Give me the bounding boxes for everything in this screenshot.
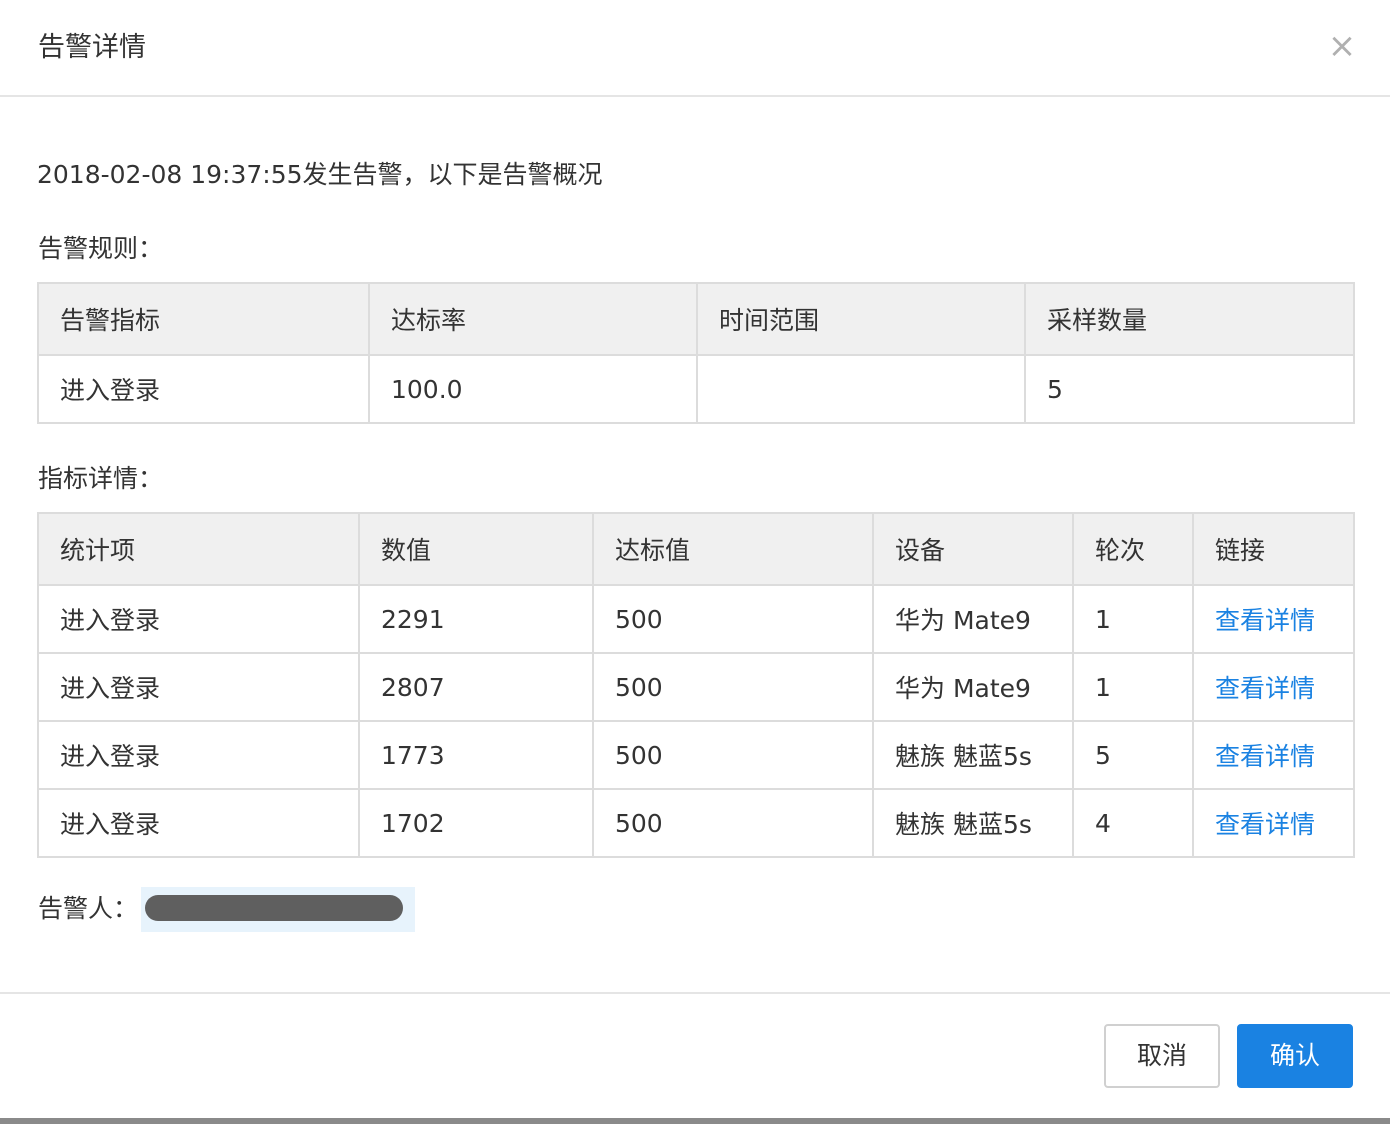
rules-header-sample-count: 采样数量 [1024, 282, 1355, 356]
metric-device: 魅族 魅蓝5s [872, 788, 1074, 858]
metric-device: 华为 Mate9 [872, 584, 1074, 654]
metrics-header-target: 达标值 [592, 512, 874, 586]
table-row: 进入登录 100.0 5 [37, 354, 1355, 424]
table-row: 进入登录 1773 500 魅族 魅蓝5s 5 查看详情 [37, 720, 1355, 790]
metrics-header-row: 统计项 数值 达标值 设备 轮次 链接 [37, 512, 1355, 586]
metric-target: 500 [592, 788, 874, 858]
dialog-header: 告警详情 × [0, 0, 1390, 97]
redacted-name [145, 895, 403, 921]
metric-device: 魅族 魅蓝5s [872, 720, 1074, 790]
metric-round: 1 [1072, 584, 1194, 654]
metric-value: 2807 [358, 652, 594, 722]
cancel-button[interactable]: 取消 [1104, 1024, 1220, 1088]
alert-summary: 2018-02-08 19:37:55发生告警，以下是告警概况 [37, 160, 603, 189]
rules-header-row: 告警指标 达标率 时间范围 采样数量 [37, 282, 1355, 356]
metric-value: 2291 [358, 584, 594, 654]
metric-target: 500 [592, 720, 874, 790]
metrics-header-value: 数值 [358, 512, 594, 586]
view-detail-link[interactable]: 查看详情 [1215, 674, 1315, 703]
table-row: 进入登录 2291 500 华为 Mate9 1 查看详情 [37, 584, 1355, 654]
metric-round: 4 [1072, 788, 1194, 858]
metrics-header-item: 统计项 [37, 512, 360, 586]
dialog-title: 告警详情 [38, 32, 146, 63]
metric-round: 1 [1072, 652, 1194, 722]
table-row: 进入登录 2807 500 华为 Mate9 1 查看详情 [37, 652, 1355, 722]
metric-device: 华为 Mate9 [872, 652, 1074, 722]
rules-header-metric: 告警指标 [37, 282, 370, 356]
metric-item: 进入登录 [37, 788, 360, 858]
view-detail-link[interactable]: 查看详情 [1215, 742, 1315, 771]
metric-item: 进入登录 [37, 652, 360, 722]
metric-value: 1702 [358, 788, 594, 858]
rules-label: 告警规则： [38, 234, 164, 263]
footer-divider [0, 992, 1390, 994]
rules-table: 告警指标 达标率 时间范围 采样数量 进入登录 100.0 5 [37, 282, 1355, 424]
alert-detail-dialog: 告警详情 × 2018-02-08 19:37:55发生告警，以下是告警概况 告… [0, 0, 1390, 1118]
window-bottom-edge [0, 1118, 1390, 1124]
metrics-table: 统计项 数值 达标值 设备 轮次 链接 进入登录 2291 500 华为 Mat… [37, 512, 1355, 858]
metric-item: 进入登录 [37, 584, 360, 654]
table-row: 进入登录 1702 500 魅族 魅蓝5s 4 查看详情 [37, 788, 1355, 858]
metric-round: 5 [1072, 720, 1194, 790]
view-detail-link[interactable]: 查看详情 [1215, 606, 1315, 635]
rule-time-range [696, 354, 1026, 424]
metrics-label: 指标详情： [38, 464, 164, 493]
alerter-value [141, 887, 415, 932]
rule-rate: 100.0 [368, 354, 698, 424]
confirm-button[interactable]: 确认 [1237, 1024, 1353, 1088]
alerter-label: 告警人： [38, 894, 139, 923]
close-icon[interactable]: × [1326, 26, 1358, 66]
metric-target: 500 [592, 584, 874, 654]
view-detail-link[interactable]: 查看详情 [1215, 810, 1315, 839]
metric-item: 进入登录 [37, 720, 360, 790]
metric-target: 500 [592, 652, 874, 722]
rules-header-rate: 达标率 [368, 282, 698, 356]
rules-header-time-range: 时间范围 [696, 282, 1026, 356]
rule-sample-count: 5 [1024, 354, 1355, 424]
metrics-header-device: 设备 [872, 512, 1074, 586]
metric-value: 1773 [358, 720, 594, 790]
rule-metric: 进入登录 [37, 354, 370, 424]
metrics-header-round: 轮次 [1072, 512, 1194, 586]
metrics-header-link: 链接 [1192, 512, 1355, 586]
